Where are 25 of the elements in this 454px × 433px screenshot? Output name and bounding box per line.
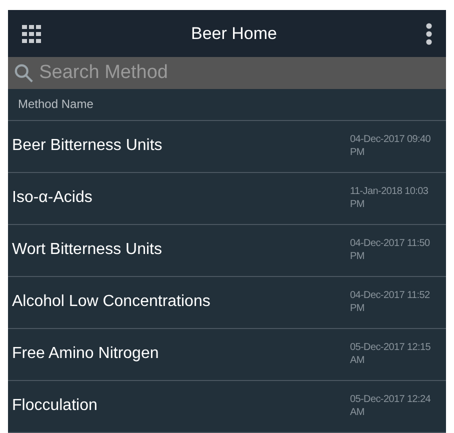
column-header: Method Name xyxy=(18,96,94,114)
method-row[interactable]: Iso-α-Acids 11-Jan-2018 10:03 PM xyxy=(8,172,446,225)
more-options-icon[interactable] xyxy=(426,22,432,45)
method-date: 04-Dec-2017 11:52 PM xyxy=(350,289,431,316)
method-date: 04-Dec-2017 11:50 PM xyxy=(350,237,431,264)
grid-menu-icon[interactable] xyxy=(22,24,42,43)
method-name: Beer Bitterness Units xyxy=(12,136,162,156)
search-bar[interactable]: Search Method xyxy=(8,57,446,89)
method-name: Alcohol Low Concentrations xyxy=(12,292,210,312)
search-icon xyxy=(14,62,34,83)
search-field[interactable]: Search Method xyxy=(33,58,440,88)
method-row[interactable]: Beer Bitterness Units 04-Dec-2017 09:40 PM xyxy=(8,120,446,173)
method-name: Flocculation xyxy=(12,396,98,416)
method-name: Wort Bitterness Units xyxy=(12,240,162,260)
method-row[interactable]: Alcohol Low Concentrations 04-Dec-2017 11:52 PM xyxy=(8,276,446,329)
method-date: 05-Dec-2017 12:15 AM xyxy=(350,341,432,368)
method-name: Free Amino Nitrogen xyxy=(12,344,159,364)
method-row[interactable]: Wort Bitterness Units 04-Dec-2017 11:50 PM xyxy=(8,224,446,277)
method-row[interactable]: Free Amino Nitrogen 05-Dec-2017 12:15 AM xyxy=(8,328,446,381)
method-date: 04-Dec-2017 09:40 PM xyxy=(350,133,432,160)
method-name: Iso-α-Acids xyxy=(12,188,92,208)
method-date: 11-Jan-2018 10:03 PM xyxy=(350,185,430,212)
method-row[interactable]: Flocculation 05-Dec-2017 12:24 AM xyxy=(8,380,446,433)
method-date: 05-Dec-2017 12:24 AM xyxy=(350,393,432,420)
app-title: Beer Home xyxy=(191,22,277,45)
